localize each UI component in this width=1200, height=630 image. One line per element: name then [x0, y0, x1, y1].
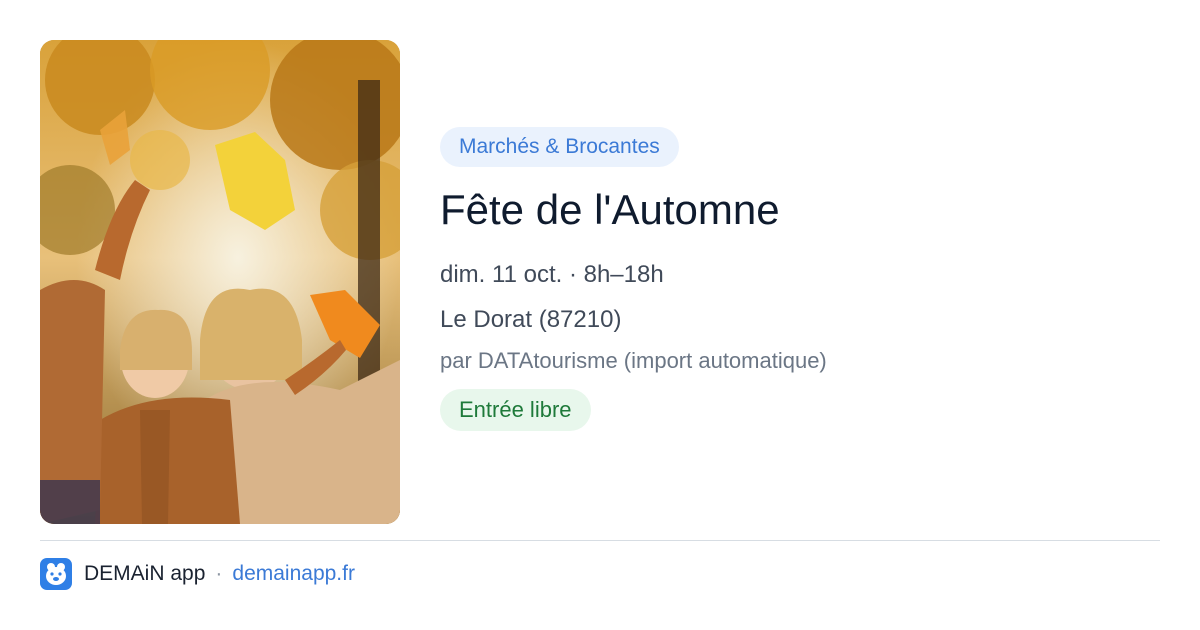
event-card: Marchés & Brocantes Fête de l'Automne di… — [0, 0, 1200, 630]
event-location: Le Dorat (87210) — [440, 306, 622, 333]
app-website-link[interactable]: demainapp.fr — [232, 562, 355, 586]
event-source: par DATAtourisme (import automatique) — [440, 348, 827, 373]
event-photo[interactable] — [40, 40, 400, 524]
footer-divider — [40, 540, 1160, 541]
autumn-family-photo-illustration — [40, 40, 400, 524]
footer-separator: · — [215, 562, 223, 585]
price-badge: Entrée libre — [440, 389, 591, 431]
demain-app-icon — [40, 558, 72, 590]
event-datetime: dim. 11 oct. · 8h–18h — [440, 261, 664, 288]
app-name: DEMAiN app — [84, 562, 206, 585]
event-title: Fête de l'Automne — [440, 186, 780, 233]
footer: DEMAiN app · demainapp.fr — [40, 558, 355, 590]
event-info: Marchés & Brocantes Fête de l'Automne di… — [440, 127, 1160, 431]
category-chip[interactable]: Marchés & Brocantes — [440, 127, 679, 167]
